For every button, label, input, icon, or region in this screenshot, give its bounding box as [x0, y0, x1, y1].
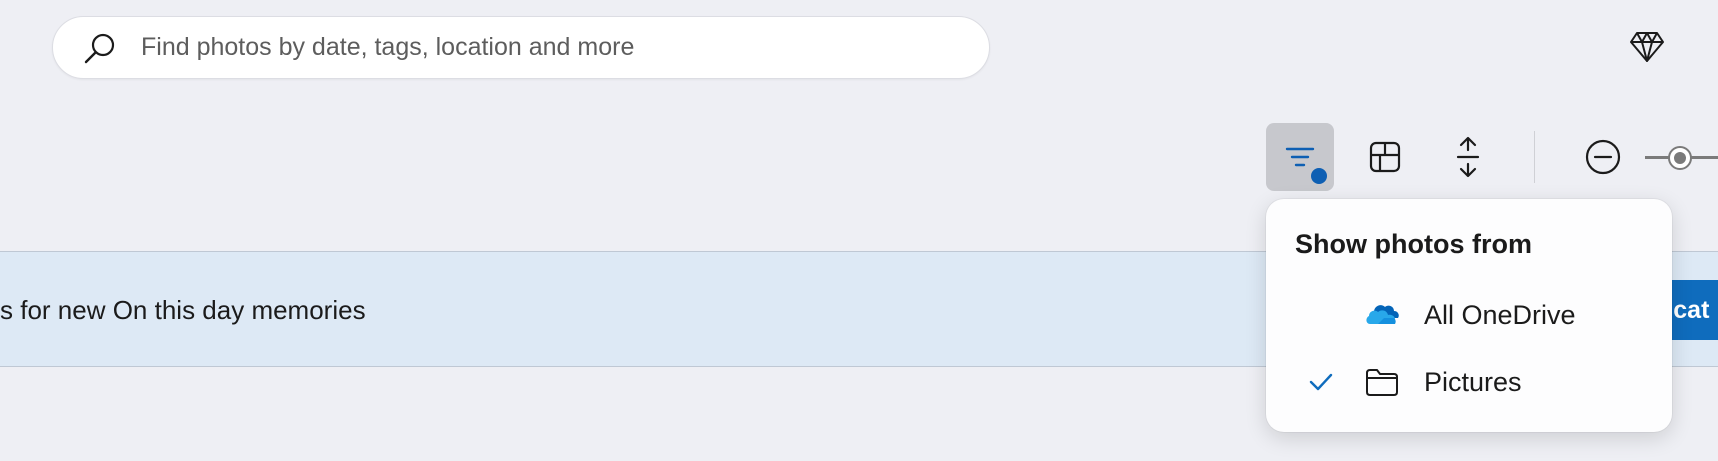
grid-layout-icon: [1369, 141, 1401, 173]
search-icon: [84, 33, 115, 64]
filter-icon: [1285, 147, 1315, 167]
toolbar-divider: [1534, 131, 1535, 183]
photos-app-window: s for new On this day memories ficat Sho…: [0, 0, 1718, 461]
zoom-out-icon: [1585, 139, 1621, 175]
flyout-item-pictures[interactable]: Pictures: [1278, 353, 1660, 411]
onedrive-cloud-icon: [1366, 305, 1399, 324]
folder-icon: [1366, 369, 1398, 396]
search-box[interactable]: [52, 16, 990, 79]
zoom-slider-thumb[interactable]: [1668, 146, 1692, 170]
flyout-item-all-onedrive[interactable]: All OneDrive: [1278, 286, 1660, 344]
vertical-spacing-icon: [1456, 136, 1480, 178]
zoom-out-button[interactable]: [1569, 123, 1637, 191]
diamond-icon[interactable]: [1629, 31, 1665, 63]
spacing-button[interactable]: [1434, 123, 1502, 191]
layout-button[interactable]: [1351, 123, 1419, 191]
flyout-item-label: Pictures: [1424, 367, 1522, 397]
flyout-item-label: All OneDrive: [1424, 300, 1576, 330]
filter-active-badge: [1311, 168, 1327, 184]
filter-button[interactable]: [1266, 123, 1334, 191]
banner-text: s for new On this day memories: [0, 295, 366, 325]
search-input[interactable]: [141, 17, 961, 78]
flyout-title: Show photos from: [1295, 229, 1532, 259]
checkmark-icon: [1309, 373, 1333, 391]
show-photos-from-flyout: Show photos from All OneDrive Pictures: [1266, 199, 1672, 432]
